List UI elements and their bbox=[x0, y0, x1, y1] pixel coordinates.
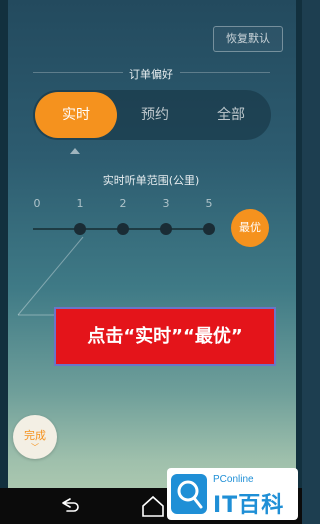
search-logo-icon bbox=[171, 474, 207, 514]
restore-default-button[interactable]: 恢复默认 bbox=[213, 26, 283, 52]
done-label: 完成 bbox=[24, 429, 46, 442]
back-icon[interactable] bbox=[58, 494, 82, 518]
divider-right bbox=[180, 72, 270, 73]
slider-stop[interactable] bbox=[203, 223, 215, 235]
option-realtime[interactable]: 实时 bbox=[35, 92, 117, 138]
watermark-top-text: PConline bbox=[213, 474, 254, 485]
instruction-callout: 点击“实时”“最优” bbox=[54, 307, 276, 366]
slider-stop[interactable] bbox=[117, 223, 129, 235]
tick-label: 0 bbox=[33, 197, 41, 210]
watermark-bottom-text: IT百科 bbox=[213, 493, 285, 518]
chevron-down-icon: ﹀ bbox=[31, 443, 39, 452]
option-all[interactable]: 全部 bbox=[191, 90, 271, 140]
option-reserve[interactable]: 预约 bbox=[117, 90, 193, 140]
tick-label: 2 bbox=[119, 197, 127, 210]
slider-stop[interactable] bbox=[160, 223, 172, 235]
done-button[interactable]: 完成 ﹀ bbox=[13, 415, 57, 459]
caret-indicator bbox=[70, 148, 80, 154]
range-title: 实时听单范围(公里) bbox=[102, 174, 200, 187]
tick-label: 5 bbox=[205, 197, 213, 210]
best-range-button[interactable]: 最优 bbox=[231, 209, 269, 247]
tick-label: 3 bbox=[162, 197, 170, 210]
pconline-watermark: PConline IT百科 bbox=[167, 468, 298, 520]
order-pref-segmented-control: 实时 预约 全部 bbox=[33, 90, 271, 140]
home-icon[interactable] bbox=[140, 494, 166, 518]
tick-label: 1 bbox=[76, 197, 84, 210]
order-pref-title: 订单偏好 bbox=[129, 68, 173, 81]
slider-stop[interactable] bbox=[74, 223, 86, 235]
